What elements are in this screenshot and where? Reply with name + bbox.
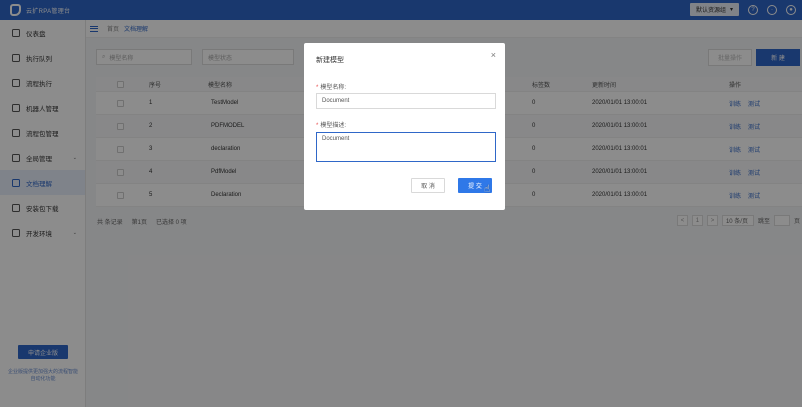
model-name-label-text: 模型名称: <box>320 85 347 91</box>
cancel-button[interactable]: 取 消 <box>411 178 445 193</box>
model-desc-label: * 模型描述: <box>316 120 346 129</box>
close-icon[interactable]: × <box>491 50 496 60</box>
required-mark: * <box>316 123 319 129</box>
model-name-input[interactable]: Document <box>316 93 496 109</box>
dialog-title: 新建模型 <box>316 57 344 64</box>
model-name-label: * 模型名称: <box>316 82 346 91</box>
hand-cursor-icon: ☝ <box>484 184 491 195</box>
model-desc-label-text: 模型描述: <box>320 123 347 129</box>
required-mark: * <box>316 85 319 91</box>
new-model-dialog: 新建模型 × * 模型名称: Document * 模型描述: Document 取… <box>304 43 505 210</box>
model-desc-textarea[interactable]: Document <box>316 132 496 162</box>
